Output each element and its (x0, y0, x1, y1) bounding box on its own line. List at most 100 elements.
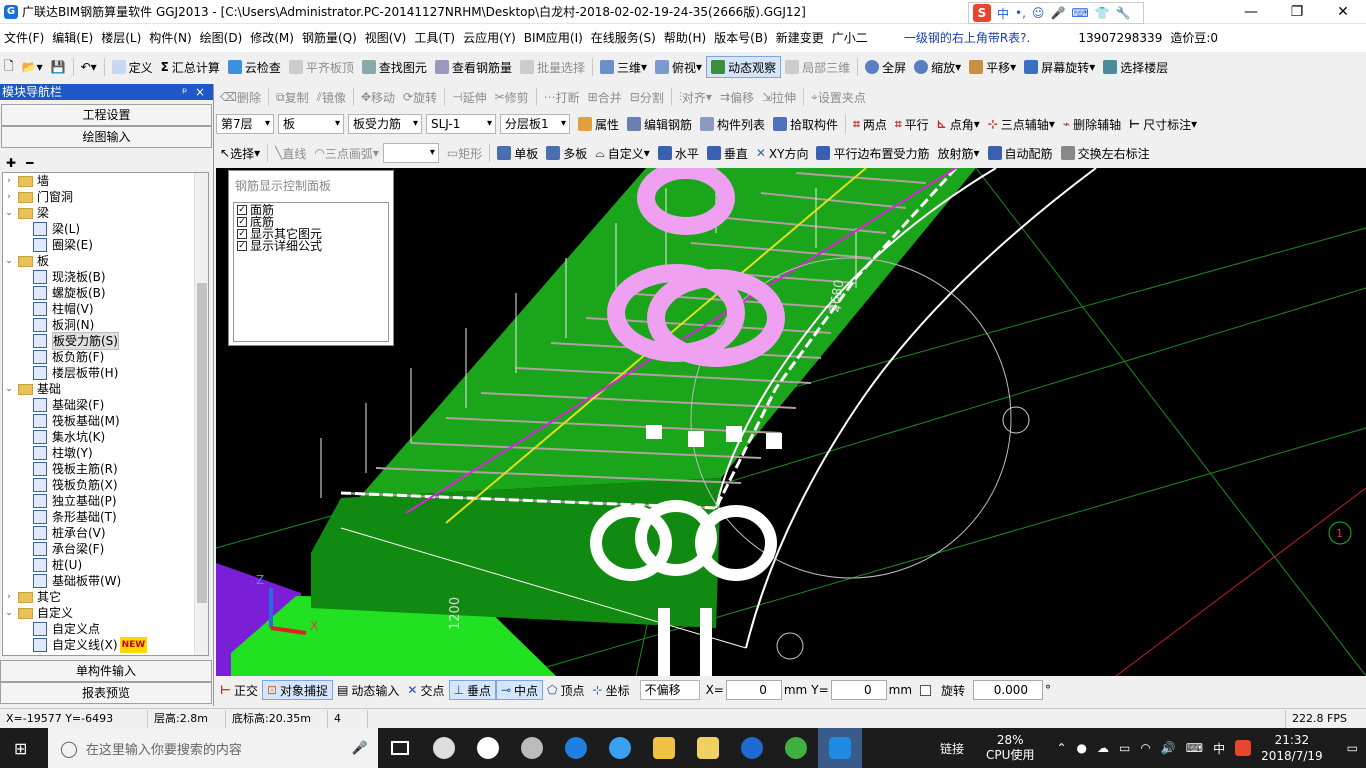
file-explorer-icon[interactable] (642, 728, 686, 768)
tab-project-settings[interactable]: 工程设置 (1, 104, 212, 126)
expand-toggle-icon[interactable]: ⌄ (3, 381, 15, 397)
mic-icon[interactable]: 🎤 (1050, 6, 1065, 20)
horizontal-button[interactable]: 水平 (654, 142, 703, 164)
radial-rebar-button[interactable]: 放射筋 ▾ (934, 142, 984, 164)
checkbox-checked-icon[interactable]: ✓ (237, 229, 247, 239)
fan-app-icon[interactable] (422, 728, 466, 768)
select-floor-button[interactable]: 选择楼层 (1099, 56, 1172, 78)
tree-item[interactable]: 柱墩(Y) (3, 445, 208, 461)
three-point-axis-button[interactable]: ⊹ 三点辅轴 ▾ (984, 113, 1059, 135)
undo-icon[interactable]: ↶▾ (77, 56, 101, 78)
new-file-icon[interactable]: 🗋 (0, 56, 18, 78)
minimize-button[interactable]: — (1228, 0, 1274, 24)
tree-item[interactable]: 板洞(N) (3, 317, 208, 333)
expand-toggle-icon[interactable]: › (3, 173, 15, 189)
stretch-button[interactable]: ⇲ 拉伸 (758, 86, 800, 108)
checkbox-checked-icon[interactable]: ✓ (237, 205, 247, 215)
menu-file[interactable]: 文件(F) (0, 24, 48, 52)
delete-button[interactable]: ⌫ 删除 (216, 86, 265, 108)
single-slab-button[interactable]: 单板 (493, 142, 542, 164)
checkbox-checked-icon[interactable]: ✓ (237, 241, 247, 251)
internet-explorer-icon[interactable] (598, 728, 642, 768)
wifi-icon[interactable]: ◠ (1140, 741, 1150, 755)
perpendicular-snap[interactable]: ⊥ 垂点 (448, 680, 496, 700)
select-button[interactable]: ↖ 选择 ▾ (216, 142, 264, 164)
tree-item[interactable]: 板负筋(F) (3, 349, 208, 365)
cpu-usage[interactable]: 28% CPU使用 (986, 733, 1034, 763)
option-detailed-formula[interactable]: ✓ 显示详细公式 (237, 240, 385, 252)
keyboard-icon[interactable]: ⌨ (1071, 6, 1088, 20)
ie-browser-icon[interactable] (466, 728, 510, 768)
menu-draw[interactable]: 绘图(D) (196, 24, 247, 52)
tray-battery-icon[interactable]: ▭ (1119, 741, 1130, 755)
local-3d-button[interactable]: 局部三维 (781, 56, 854, 78)
dynamic-input-button[interactable]: ▤ 动态输入 (333, 680, 403, 700)
tree-item[interactable]: 独立基础(P) (3, 493, 208, 509)
tray-notify-icon[interactable]: ● (1077, 741, 1087, 755)
mirror-button[interactable]: ⫽ 镜像 (313, 86, 350, 108)
ime-mode[interactable]: 中 (997, 5, 1009, 22)
midpoint-snap[interactable]: ⊸ 中点 (495, 680, 544, 700)
green-app-icon[interactable] (774, 728, 818, 768)
pick-component-button[interactable]: 拾取构件 (769, 113, 842, 135)
menu-bim[interactable]: BIM应用(I) (520, 24, 587, 52)
tree-item[interactable]: 承台梁(F) (3, 541, 208, 557)
component-select[interactable]: SLJ-1 (426, 114, 496, 134)
pin-icon[interactable]: ᵖ (182, 85, 187, 99)
menu-modify[interactable]: 修改(M) (246, 24, 298, 52)
tree-item[interactable]: 自定义点 (3, 621, 208, 637)
collapse-all-icon[interactable]: ━ (26, 156, 33, 170)
two-point-axis-button[interactable]: ⌗ 两点 (849, 113, 891, 135)
parallel-edge-rebar-button[interactable]: 平行边布置受力筋 (812, 142, 933, 164)
intersection-snap[interactable]: ✕ 交点 (403, 680, 448, 700)
sogou-icon[interactable]: S (973, 4, 991, 22)
object-snap-button[interactable]: ⊡ 对象捕捉 (261, 680, 334, 700)
tree-item[interactable]: 筏板基础(M) (3, 413, 208, 429)
edge-browser-icon[interactable] (554, 728, 598, 768)
taskbar-search[interactable]: ◯ 在这里输入你要搜索的内容 🎤 (48, 728, 378, 768)
properties-button[interactable]: 属性 (574, 113, 623, 135)
edit-rebar-button[interactable]: 编辑钢筋 (623, 113, 696, 135)
restore-button[interactable]: ❐ (1274, 0, 1320, 24)
copy-button[interactable]: ⧉ 复制 (272, 86, 313, 108)
arc-mode-select[interactable] (382, 143, 439, 163)
align-button[interactable]: ⫶ 对齐 ▾ (675, 86, 716, 108)
component-list-button[interactable]: 构件列表 (696, 113, 769, 135)
tree-item[interactable]: 柱帽(V) (3, 301, 208, 317)
dimension-button[interactable]: ⊢ 尺寸标注 ▾ (1125, 113, 1201, 135)
expand-toggle-icon[interactable]: ⌄ (3, 605, 15, 621)
ime-toolbar[interactable]: S 中 •, ☺ 🎤 ⌨ 👕 🔧 (968, 2, 1144, 24)
tree-item[interactable]: 集水坑(K) (3, 429, 208, 445)
parallel-axis-button[interactable]: ⌗ 平行 (891, 113, 933, 135)
tree-item[interactable]: 条形基础(T) (3, 509, 208, 525)
swap-labels-button[interactable]: 交换左右标注 (1057, 142, 1154, 164)
expand-toggle-icon[interactable]: › (3, 589, 15, 605)
offset-button[interactable]: ⇉ 偏移 (716, 86, 758, 108)
coordinate-snap[interactable]: ⊹ 坐标 (589, 680, 634, 700)
custom-button[interactable]: ⌓ 自定义 ▾ (591, 142, 654, 164)
screen-rotate-button[interactable]: 屏幕旋转 ▾ (1020, 56, 1099, 78)
expand-toggle-icon[interactable]: ⌄ (3, 253, 15, 269)
vertex-snap[interactable]: ⬠ 顶点 (543, 680, 588, 700)
set-grip-button[interactable]: ⌖ 设置夹点 (807, 86, 870, 108)
align-slab-top-button[interactable]: 平齐板顶 (285, 56, 358, 78)
tree-item[interactable]: 桩(U) (3, 557, 208, 573)
language-indicator[interactable]: 中 (1213, 740, 1225, 757)
cloud-check-button[interactable]: 云检查 (224, 56, 285, 78)
expand-toggle-icon[interactable]: ⌄ (3, 205, 15, 221)
menu-new-change[interactable]: 新建变更 (772, 24, 828, 52)
view-rebar-qty-button[interactable]: 查看钢筋量 (431, 56, 516, 78)
menu-view[interactable]: 视图(V) (361, 24, 411, 52)
tree-folder[interactable]: › 门窗洞 (3, 189, 208, 205)
trim-button[interactable]: ✂ 修剪 (491, 86, 533, 108)
tree-item[interactable]: 板受力筋(S) (3, 332, 208, 350)
auto-rebar-button[interactable]: 自动配筋 (984, 142, 1057, 164)
batch-select-button[interactable]: 批量选择 (516, 56, 589, 78)
point-angle-button[interactable]: ⊾ 点角 ▾ (933, 113, 984, 135)
windows-start-icon[interactable]: ⊞ (14, 739, 27, 758)
tree-item[interactable]: 筏板主筋(R) (3, 461, 208, 477)
menu-assistant[interactable]: 广小二 (828, 24, 872, 52)
notes-app-icon[interactable] (686, 728, 730, 768)
notify-app-icon[interactable] (510, 728, 554, 768)
three-point-arc-button[interactable]: ◠ 三点画弧 ▾ (310, 142, 383, 164)
